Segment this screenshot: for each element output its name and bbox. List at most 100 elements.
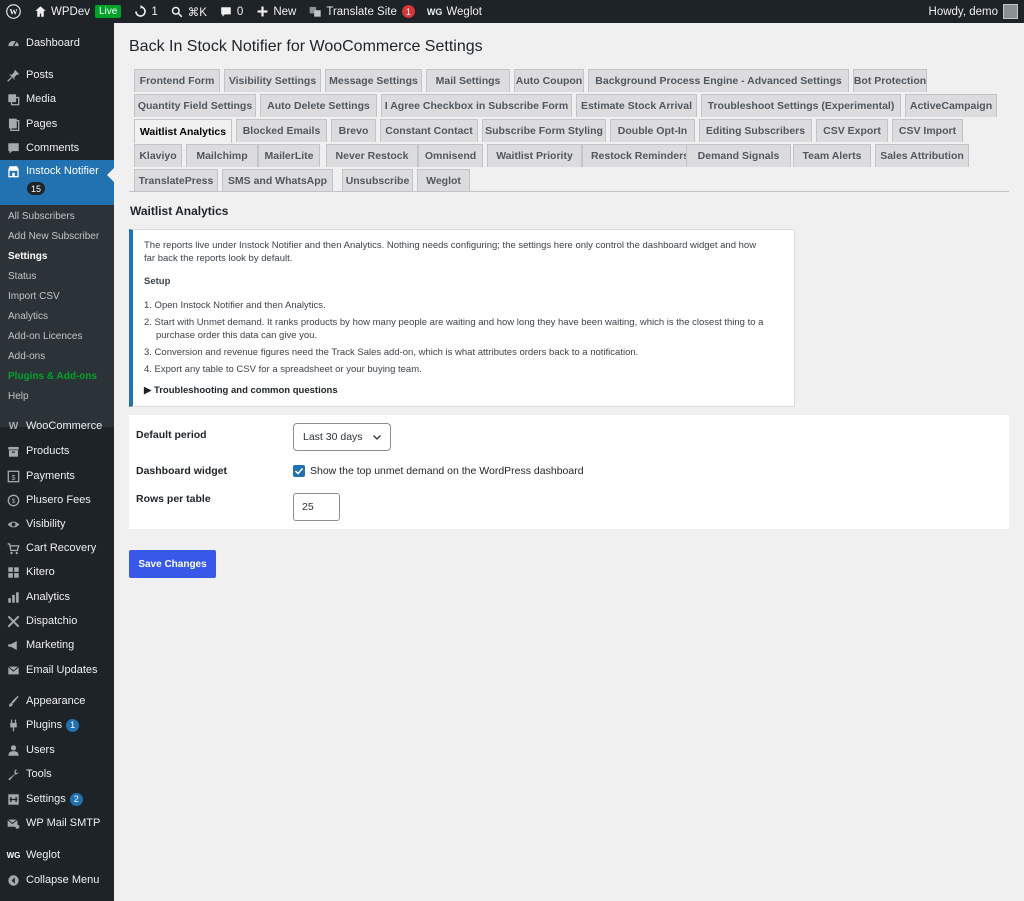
tab-editing-subscribers[interactable]: Editing Subscribers (699, 119, 812, 142)
updates-link[interactable]: 1 (127, 0, 163, 23)
tab-subscribe-form-styling[interactable]: Subscribe Form Styling (482, 119, 606, 142)
tab-constant-contact[interactable]: Constant Contact (380, 119, 478, 142)
submenu-item-settings[interactable]: Settings (8, 251, 47, 262)
menu-payments-label: Payments (26, 470, 75, 482)
menu-pages[interactable]: Pages (0, 112, 114, 136)
tab-unsubscribe[interactable]: Unsubscribe (342, 169, 413, 192)
tab-sales-attribution[interactable]: Sales Attribution (875, 144, 969, 167)
weglot-logo-icon: WG (426, 6, 443, 17)
tab-visibility-settings[interactable]: Visibility Settings (224, 69, 321, 92)
tab-team-alerts[interactable]: Team Alerts (793, 144, 871, 167)
menu-users[interactable]: Users (0, 738, 114, 762)
tab-quantity-field-settings[interactable]: Quantity Field Settings (134, 94, 256, 117)
menu-instock-notifier[interactable]: Instock Notifier 15 (0, 160, 114, 205)
rows-per-table-input[interactable]: 25 (293, 493, 340, 521)
tab-demand-signals[interactable]: Demand Signals (686, 144, 791, 167)
tab-translatepress[interactable]: TranslatePress (134, 169, 218, 192)
admin-bar: W WPDev Live 1 ⌘K 0 New Translate Site 1… (0, 0, 1024, 23)
tab-blocked-emails[interactable]: Blocked Emails (236, 119, 327, 142)
home-icon (33, 5, 47, 19)
cart-icon (7, 542, 20, 555)
admin-sidebar: Dashboard Posts Media Pages Comments Ins… (0, 23, 114, 901)
tab-never-restock[interactable]: Never Restock (326, 144, 418, 167)
tab-activecampaign[interactable]: ActiveCampaign (905, 94, 997, 117)
troubleshooting-toggle[interactable]: ▶ Troubleshooting and common questions (144, 385, 338, 396)
menu-comments[interactable]: Comments (0, 136, 114, 160)
tab-csv-export[interactable]: CSV Export (816, 119, 888, 142)
menu-tools[interactable]: Tools (0, 762, 114, 786)
tab-auto-coupon[interactable]: Auto Coupon (514, 69, 584, 92)
submenu-item-help[interactable]: Help (8, 391, 29, 402)
menu-email-updates[interactable]: Email Updates (0, 658, 114, 682)
submenu-item-all-subscribers[interactable]: All Subscribers (8, 211, 75, 222)
tab-klaviyo[interactable]: Klaviyo (134, 144, 182, 167)
tab-double-opt-in[interactable]: Double Opt-In (610, 119, 695, 142)
updates-count: 1 (151, 5, 158, 18)
search-link[interactable]: ⌘K (164, 0, 213, 23)
tab-restock-reminders[interactable]: Restock Reminders (582, 144, 698, 167)
submenu-item-plugins-add-ons[interactable]: Plugins & Add-ons (8, 371, 97, 382)
menu-dashboard[interactable]: Dashboard (0, 31, 114, 55)
menu-posts[interactable]: Posts (0, 63, 114, 87)
submenu-item-import-csv[interactable]: Import CSV (8, 291, 60, 302)
menu-kitero[interactable]: Kitero (0, 560, 114, 584)
default-period-select[interactable]: Last 30 days (293, 423, 391, 451)
notice-setup-heading: Setup (144, 276, 171, 287)
submenu-item-analytics[interactable]: Analytics (8, 311, 48, 322)
site-name-link[interactable]: WPDev Live (27, 0, 127, 23)
submenu-item-status[interactable]: Status (8, 271, 36, 282)
tab-estimate-stock-arrival[interactable]: Estimate Stock Arrival (576, 94, 697, 117)
collapse-menu-button[interactable]: Collapse Menu (0, 868, 114, 892)
tab-weglot[interactable]: Weglot (417, 169, 470, 192)
wordpress-logo-icon[interactable]: W (0, 0, 27, 23)
menu-visibility[interactable]: Visibility (0, 512, 114, 536)
tab-mailerlite[interactable]: MailerLite (258, 144, 320, 167)
tab-background-process-engine-advanced-settings[interactable]: Background Process Engine - Advanced Set… (588, 69, 849, 92)
menu-cart-recovery[interactable]: Cart Recovery (0, 536, 114, 560)
translate-site-link[interactable]: Translate Site 1 (302, 0, 421, 23)
site-name: WPDev (51, 5, 90, 18)
menu-payments[interactable]: $ Payments (0, 464, 114, 488)
tab-troubleshoot-settings-experimental[interactable]: Troubleshoot Settings (Experimental) (701, 94, 901, 117)
menu-dispatchio[interactable]: Dispatchio (0, 609, 114, 633)
weglot-link[interactable]: WG Weglot (421, 0, 488, 23)
submenu-item-add-ons[interactable]: Add-ons (8, 351, 45, 362)
dashboard-widget-label: Dashboard widget (136, 465, 228, 477)
tab-waitlist-priority[interactable]: Waitlist Priority (487, 144, 582, 167)
menu-woocommerce[interactable]: W WooCommerce (0, 414, 114, 438)
save-changes-button[interactable]: Save Changes (129, 550, 216, 578)
tab-bot-protection[interactable]: Bot Protection (853, 69, 927, 92)
menu-weglot[interactable]: WG Weglot (0, 843, 114, 867)
tab-i-agree-checkbox-in-subscribe-form[interactable]: I Agree Checkbox in Subscribe Form (381, 94, 572, 117)
tab-frontend-form[interactable]: Frontend Form (134, 69, 220, 92)
tab-csv-import[interactable]: CSV Import (892, 119, 963, 142)
dashboard-widget-checkbox[interactable] (293, 465, 305, 477)
tab-waitlist-analytics[interactable]: Waitlist Analytics (134, 119, 232, 143)
menu-wp-mail-smtp[interactable]: WP Mail SMTP (0, 811, 114, 835)
submenu-item-add-on-licences[interactable]: Add-on Licences (8, 331, 83, 342)
menu-media[interactable]: Media (0, 87, 114, 111)
tab-message-settings[interactable]: Message Settings (325, 69, 422, 92)
plus-icon (255, 5, 269, 19)
menu-marketing[interactable]: Marketing (0, 633, 114, 657)
menu-appearance[interactable]: Appearance (0, 689, 114, 713)
dashboard-widget-text[interactable]: Show the top unmet demand on the WordPre… (310, 465, 584, 477)
comments-link[interactable]: 0 (213, 0, 249, 23)
tab-brevo[interactable]: Brevo (331, 119, 376, 142)
tab-auto-delete-settings[interactable]: Auto Delete Settings (260, 94, 377, 117)
my-account-link[interactable]: Howdy, demo (923, 0, 1024, 23)
tab-omnisend[interactable]: Omnisend (418, 144, 483, 167)
menu-settings[interactable]: Settings 2 (0, 787, 114, 811)
new-content-link[interactable]: New (249, 0, 302, 23)
menu-plusero-fees[interactable]: $ Plusero Fees (0, 488, 114, 512)
tab-mail-settings[interactable]: Mail Settings (426, 69, 510, 92)
tab-sms-and-whatsapp[interactable]: SMS and WhatsApp (222, 169, 333, 192)
tab-mailchimp[interactable]: Mailchimp (186, 144, 258, 167)
default-period-value: Last 30 days (303, 431, 363, 443)
menu-products[interactable]: Products (0, 439, 114, 463)
email-icon (7, 664, 20, 677)
submenu-item-add-new-subscriber[interactable]: Add New Subscriber (8, 231, 99, 242)
menu-analytics[interactable]: Analytics (0, 585, 114, 609)
menu-plugins[interactable]: Plugins 1 (0, 713, 114, 737)
menu-plugins-label: Plugins (26, 719, 63, 731)
